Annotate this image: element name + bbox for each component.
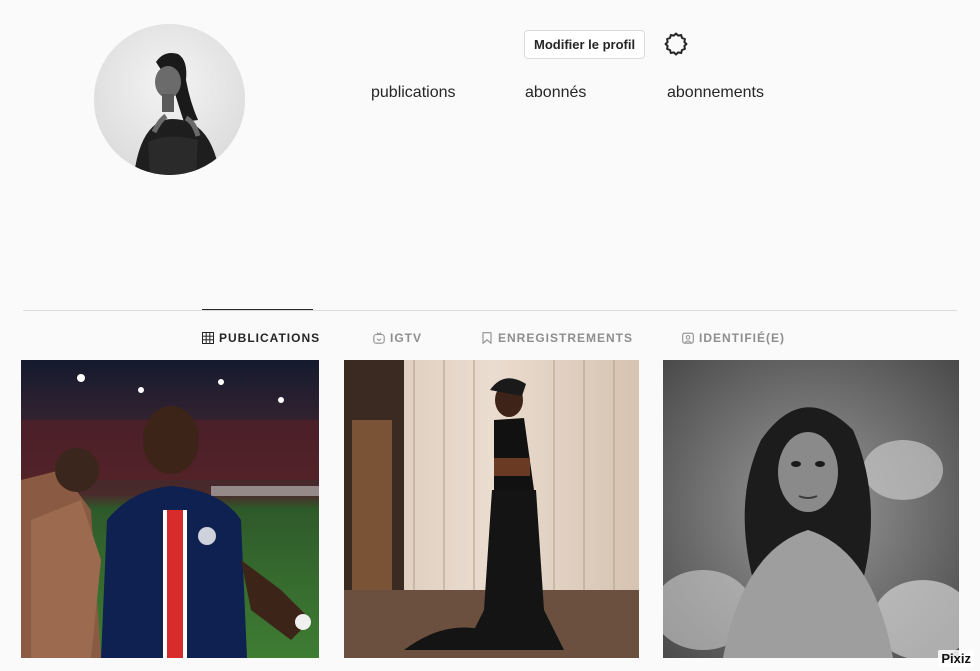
post-thumbnail-portrait[interactable] (663, 360, 959, 658)
tab-identifie-label: IDENTIFIÉ(E) (699, 331, 785, 345)
active-tab-indicator (202, 309, 313, 310)
tab-publications-label: PUBLICATIONS (219, 331, 321, 345)
posts-count-label[interactable]: publications (371, 84, 456, 102)
black-gown-photo (344, 360, 639, 658)
tab-enregistrements[interactable]: ENREGISTREMENTS (481, 330, 633, 346)
post-thumbnail-gown[interactable] (344, 360, 639, 658)
tab-igtv-label: IGTV (390, 331, 423, 345)
tab-igtv[interactable]: IGTV (373, 330, 422, 346)
tabs-divider (23, 310, 957, 311)
profile-stats: publications abonnés abonnements (0, 84, 980, 106)
tagged-icon (682, 332, 694, 344)
followers-label[interactable]: abonnés (525, 84, 586, 102)
bw-portrait-photo (663, 360, 959, 658)
following-label[interactable]: abonnements (667, 84, 764, 102)
tab-identifie[interactable]: IDENTIFIÉ(E) (682, 330, 785, 346)
grid-icon (202, 332, 214, 344)
watermark: Pixiz (938, 650, 974, 667)
gear-icon[interactable] (663, 31, 689, 57)
edit-profile-button[interactable]: Modifier le profil (524, 30, 646, 59)
football-player-photo (21, 360, 319, 658)
bookmark-icon (482, 332, 492, 344)
tab-enregistrements-label: ENREGISTREMENTS (498, 331, 634, 345)
igtv-icon (373, 332, 385, 344)
post-thumbnail-football[interactable] (21, 360, 319, 658)
tab-publications[interactable]: PUBLICATIONS (202, 330, 320, 346)
